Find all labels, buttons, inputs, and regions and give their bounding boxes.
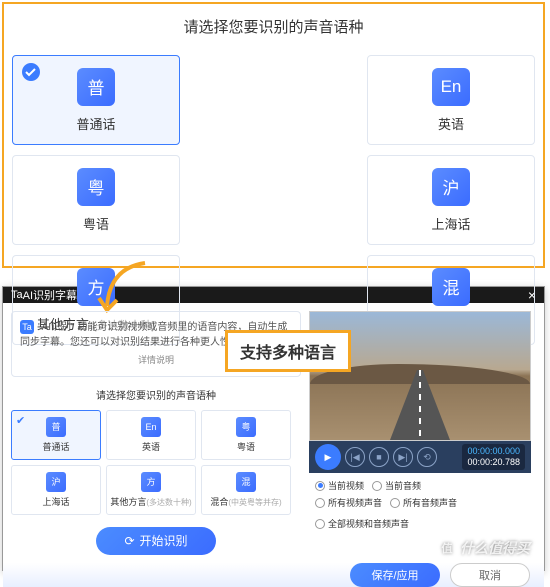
lang-label: 普通话 xyxy=(76,114,115,133)
lang-icon: En xyxy=(141,417,161,437)
lang-label: 粤语 xyxy=(83,214,109,233)
lang-card-small-其他方言[interactable]: 方其他方言(多达数十种) xyxy=(106,465,196,515)
panel-title: 请选择您要识别的声音语种 xyxy=(12,16,535,37)
loop-button[interactable]: ⟲ xyxy=(417,447,437,467)
time-total: 00:00:20.788 xyxy=(467,457,520,468)
radio-label: 当前视频 xyxy=(328,479,364,492)
play-button[interactable]: ▶ xyxy=(315,444,341,470)
player-controls: ▶ |◀ ■ ▶| ⟲ 00:00:00.000 00:00:20.788 xyxy=(309,441,531,473)
radio-icon xyxy=(390,498,400,508)
lang-icon: 混 xyxy=(432,268,470,306)
watermark-text: 什么值得买 xyxy=(460,538,530,558)
radio-所有视频声音[interactable]: 所有视频声音 xyxy=(315,496,382,509)
lang-icon: 混 xyxy=(236,472,256,492)
lang-label: 其他方言(多达数十种) xyxy=(110,495,191,508)
start-btn-label: 开始识别 xyxy=(140,532,188,549)
lang-icon: 方 xyxy=(141,472,161,492)
language-grid-small: ✔普普通话En英语粤粤语沪上海话方其他方言(多达数十种)混混合(中英粤等并存) xyxy=(11,410,301,515)
lang-label: 上海话 xyxy=(431,214,470,233)
lang-label: 普通话 xyxy=(42,440,69,453)
lang-icon: 粤 xyxy=(236,417,256,437)
lang-card-普通话[interactable]: 普普通话 xyxy=(12,55,180,145)
dialog-footer: 保存/应用 取消 xyxy=(3,563,544,587)
radio-label: 当前音频 xyxy=(385,479,421,492)
radio-label: 全部视频和音频声音 xyxy=(328,517,409,530)
lang-label: 上海话 xyxy=(42,495,69,508)
apply-button[interactable]: 保存/应用 xyxy=(350,563,440,587)
lang-label: 英语 xyxy=(438,114,464,133)
radio-所有音频声音[interactable]: 所有音频声音 xyxy=(390,496,457,509)
lang-card-small-粤语[interactable]: 粤粤语 xyxy=(201,410,291,460)
timecode-display: 00:00:00.000 00:00:20.788 xyxy=(462,444,525,470)
lang-card-上海话[interactable]: 沪上海话 xyxy=(367,155,535,245)
small-panel-title: 请选择您要识别的声音语种 xyxy=(11,387,301,402)
lang-card-small-英语[interactable]: En 英语 xyxy=(106,410,196,460)
radio-全部视频和音频声音[interactable]: 全部视频和音频声音 xyxy=(315,517,409,530)
radio-当前音频[interactable]: 当前音频 xyxy=(372,479,421,492)
lang-icon: 沪 xyxy=(432,168,470,206)
next-button[interactable]: ▶| xyxy=(393,447,413,467)
lang-label: 英语 xyxy=(142,440,160,453)
watermark-icon: 值 xyxy=(438,539,456,557)
source-options: 当前视频 当前音频 所有视频声音 所有音频声音全部视频和音频声音 xyxy=(309,473,531,540)
lang-icon: 粤 xyxy=(77,168,115,206)
prev-button[interactable]: |◀ xyxy=(345,447,365,467)
lang-icon: 普 xyxy=(46,417,66,437)
radio-label: 所有视频声音 xyxy=(328,496,382,509)
lang-card-英语[interactable]: En 英语 xyxy=(367,55,535,145)
start-recognition-button[interactable]: ⟳ 开始识别 xyxy=(96,527,216,555)
radio-icon xyxy=(315,481,325,491)
radio-icon xyxy=(315,519,325,529)
radio-label: 所有音频声音 xyxy=(403,496,457,509)
lang-icon: En xyxy=(432,68,470,106)
language-panel-large: 请选择您要识别的声音语种 普普通话En英语粤粤语沪上海话方其他方言(多达数十种)… xyxy=(2,2,545,268)
radio-icon xyxy=(372,481,382,491)
time-current: 00:00:00.000 xyxy=(467,446,520,457)
callout-label: 支持多种语言 xyxy=(225,330,351,372)
lang-card-粤语[interactable]: 粤粤语 xyxy=(12,155,180,245)
lang-card-small-普通话[interactable]: ✔ 普普通话 xyxy=(11,410,101,460)
check-icon xyxy=(21,62,41,82)
check-icon: ✔ xyxy=(16,414,25,427)
lang-card-small-上海话[interactable]: 沪上海话 xyxy=(11,465,101,515)
radio-icon xyxy=(315,498,325,508)
radio-当前视频[interactable]: 当前视频 xyxy=(315,479,364,492)
feature-icon: Ta xyxy=(20,320,34,334)
refresh-icon: ⟳ xyxy=(124,534,134,548)
lang-icon: 普 xyxy=(77,68,115,106)
ai-subtitle-dialog: Ta AI识别字幕 × Ta"AI识别" 功能可识别视频或音频里的语音内容，自动… xyxy=(2,286,545,571)
lang-label: 粤语 xyxy=(237,440,255,453)
stop-button[interactable]: ■ xyxy=(369,447,389,467)
lang-card-small-混合[interactable]: 混混合(中英粤等并存) xyxy=(201,465,291,515)
cancel-button[interactable]: 取消 xyxy=(450,563,530,587)
lang-label: 混合(中英粤等并存) xyxy=(210,495,281,508)
watermark: 值 什么值得买 xyxy=(438,538,530,558)
lang-icon: 沪 xyxy=(46,472,66,492)
